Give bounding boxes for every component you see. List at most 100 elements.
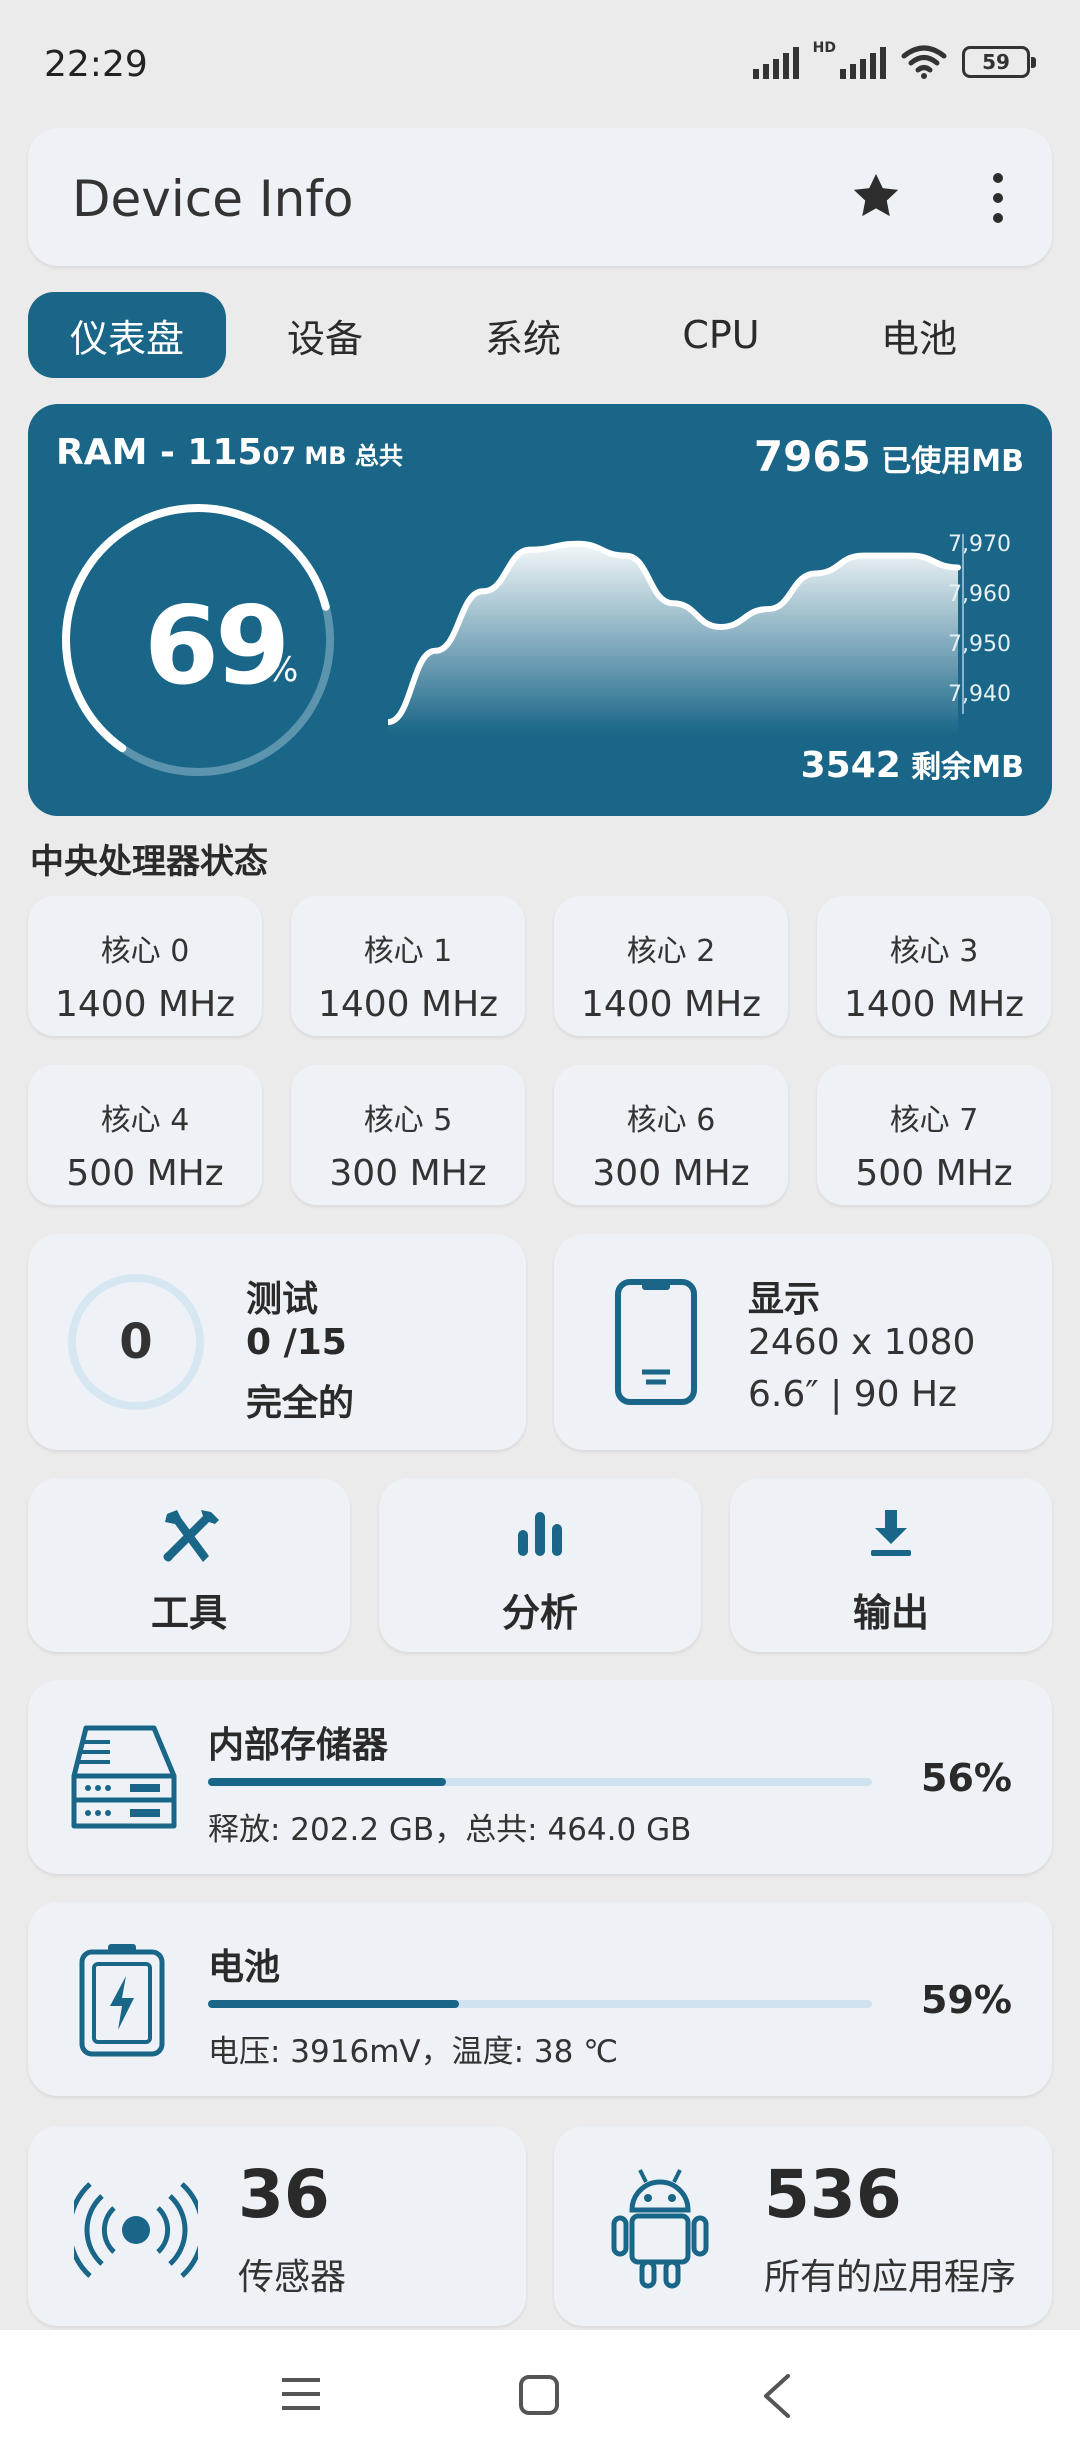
- cpu-core-tile[interactable]: 核心 6 300 MHz: [554, 1065, 788, 1205]
- core-name: 核心 5: [363, 1103, 453, 1138]
- sensors-count: 36: [238, 2156, 330, 2233]
- status-icons: HD 59: [752, 40, 1036, 80]
- tab-cpu[interactable]: CPU: [622, 292, 820, 378]
- core-name: 核心 7: [889, 1103, 979, 1138]
- android-icon: [611, 2169, 709, 2289]
- cpu-core-tile[interactable]: 核心 2 1400 MHz: [554, 896, 788, 1036]
- tools-label: 工具: [150, 1591, 227, 1635]
- core-frequency: 1400 MHz: [54, 984, 236, 1025]
- storage-percent: 56%: [921, 1756, 1012, 1800]
- y-tick-label: 7,950: [948, 632, 1011, 657]
- cpu-core-tile[interactable]: 核心 0 1400 MHz: [28, 896, 262, 1036]
- tools-icon: [163, 1510, 219, 1562]
- ram-chart-area: [388, 543, 958, 734]
- cpu-core-tile[interactable]: 核心 3 1400 MHz: [817, 896, 1051, 1036]
- tests-card[interactable]: 0 测试 0 /15 完全的: [28, 1234, 526, 1450]
- tests-title: 测试: [246, 1279, 319, 1320]
- tab-dashboard[interactable]: 仪表盘: [28, 292, 226, 378]
- phone-icon: [615, 1279, 697, 1405]
- core-name: 核心 3: [889, 934, 979, 969]
- core-frequency: 500 MHz: [855, 1153, 1013, 1194]
- cpu-core-tile[interactable]: 核心 4 500 MHz: [28, 1065, 262, 1205]
- battery-level: 59: [982, 50, 1010, 74]
- storage-bar-fill: [208, 1778, 446, 1786]
- tab-battery[interactable]: 电池: [820, 292, 1018, 378]
- menu-icon[interactable]: [280, 2376, 322, 2412]
- core-frequency: 300 MHz: [592, 1153, 750, 1194]
- apps-count: 536: [764, 2156, 902, 2233]
- sensors-label: 传感器: [238, 2257, 347, 2298]
- core-name: 核心 4: [100, 1103, 190, 1138]
- cpu-core-tile[interactable]: 核心 5 300 MHz: [291, 1065, 525, 1205]
- battery-percent: 59%: [921, 1978, 1012, 2022]
- ram-free-label: 剩余MB: [900, 750, 1024, 785]
- star-icon[interactable]: [848, 168, 904, 224]
- ram-percent-sign: %: [266, 650, 299, 690]
- tests-status: 完全的: [246, 1383, 355, 1424]
- ram-usage-chart: [388, 534, 964, 734]
- apps-label: 所有的应用程序: [764, 2257, 1017, 2298]
- tests-progress: 0 /15: [246, 1322, 347, 1363]
- ram-total-prefix: RAM - 115: [56, 432, 263, 473]
- display-resolution: 2460 x 1080: [748, 1322, 976, 1363]
- battery-title: 电池: [208, 1947, 281, 1988]
- ram-free-value: 3542: [800, 745, 901, 786]
- analytics-label: 分析: [501, 1591, 578, 1635]
- ram-used: 7965 已使用MB: [754, 432, 1024, 481]
- ram-card[interactable]: RAM - 11507 MB 总共 7965 已使用MB 69 % 7,970 …: [28, 404, 1052, 816]
- core-frequency: 1400 MHz: [317, 984, 499, 1025]
- core-name: 核心 1: [363, 934, 453, 969]
- ram-used-label: 已使用MB: [870, 444, 1024, 479]
- core-frequency: 1400 MHz: [580, 984, 762, 1025]
- battery-detail: 电压: 3916mV，温度: 38 ℃: [208, 2034, 619, 2070]
- y-tick-label: 7,960: [948, 582, 1011, 607]
- core-frequency: 300 MHz: [329, 1153, 487, 1194]
- tab-system[interactable]: 系统: [424, 292, 622, 378]
- wifi-icon: [901, 45, 947, 79]
- tools-button[interactable]: 工具: [28, 1478, 350, 1652]
- ram-total: RAM - 11507 MB 总共: [56, 432, 403, 473]
- cpu-core-tile[interactable]: 核心 1 1400 MHz: [291, 896, 525, 1036]
- y-tick-label: 7,970: [948, 532, 1011, 557]
- battery-card[interactable]: 电池 电压: 3916mV，温度: 38 ℃ 59%: [28, 1902, 1052, 2096]
- display-spec: 6.6″ | 90 Hz: [748, 1374, 957, 1415]
- export-label: 输出: [852, 1591, 929, 1635]
- home-icon[interactable]: [518, 2374, 560, 2416]
- export-button[interactable]: 输出: [730, 1478, 1052, 1652]
- back-icon[interactable]: [762, 2374, 792, 2418]
- more-options-icon[interactable]: [988, 170, 1008, 226]
- core-name: 核心 6: [626, 1103, 716, 1138]
- apps-card[interactable]: 536 所有的应用程序: [554, 2126, 1052, 2326]
- sensors-card[interactable]: 36 传感器: [28, 2126, 526, 2326]
- cell-signal-2-icon: [840, 45, 886, 79]
- battery-indicator: 59: [962, 46, 1036, 78]
- app-title: Device Info: [72, 170, 354, 228]
- tests-count: 0: [119, 1314, 153, 1370]
- system-nav-bar: [0, 2330, 1080, 2460]
- analytics-button[interactable]: 分析: [379, 1478, 701, 1652]
- core-frequency: 500 MHz: [66, 1153, 224, 1194]
- storage-detail: 释放: 202.2 GB，总共: 464.0 GB: [208, 1812, 692, 1848]
- storage-card[interactable]: 内部存储器 释放: 202.2 GB，总共: 464.0 GB 56%: [28, 1680, 1052, 1874]
- display-title: 显示: [748, 1279, 821, 1320]
- core-name: 核心 2: [626, 934, 716, 969]
- tab-device[interactable]: 设备: [226, 292, 424, 378]
- status-time: 22:29: [44, 44, 148, 85]
- ram-used-value: 7965: [753, 432, 871, 481]
- y-tick-label: 7,940: [948, 682, 1011, 707]
- app-bar: Device Info: [28, 128, 1052, 266]
- battery-charging-icon: [79, 1944, 165, 2057]
- analytics-icon: [518, 1512, 562, 1556]
- cell-signal-icon: [752, 45, 799, 79]
- ram-percent: 69: [144, 584, 290, 709]
- ram-total-suffix: 07 MB 总共: [262, 442, 403, 470]
- core-frequency: 1400 MHz: [843, 984, 1025, 1025]
- core-name: 核心 0: [100, 934, 190, 969]
- hd-badge: HD: [812, 40, 836, 56]
- storage-drive-icon: [71, 1725, 177, 1829]
- display-card[interactable]: 显示 2460 x 1080 6.6″ | 90 Hz: [554, 1234, 1052, 1450]
- cpu-core-tile[interactable]: 核心 7 500 MHz: [817, 1065, 1051, 1205]
- sensor-waves-icon: [74, 2182, 198, 2278]
- storage-title: 内部存储器: [208, 1725, 389, 1766]
- download-icon: [871, 1510, 911, 1556]
